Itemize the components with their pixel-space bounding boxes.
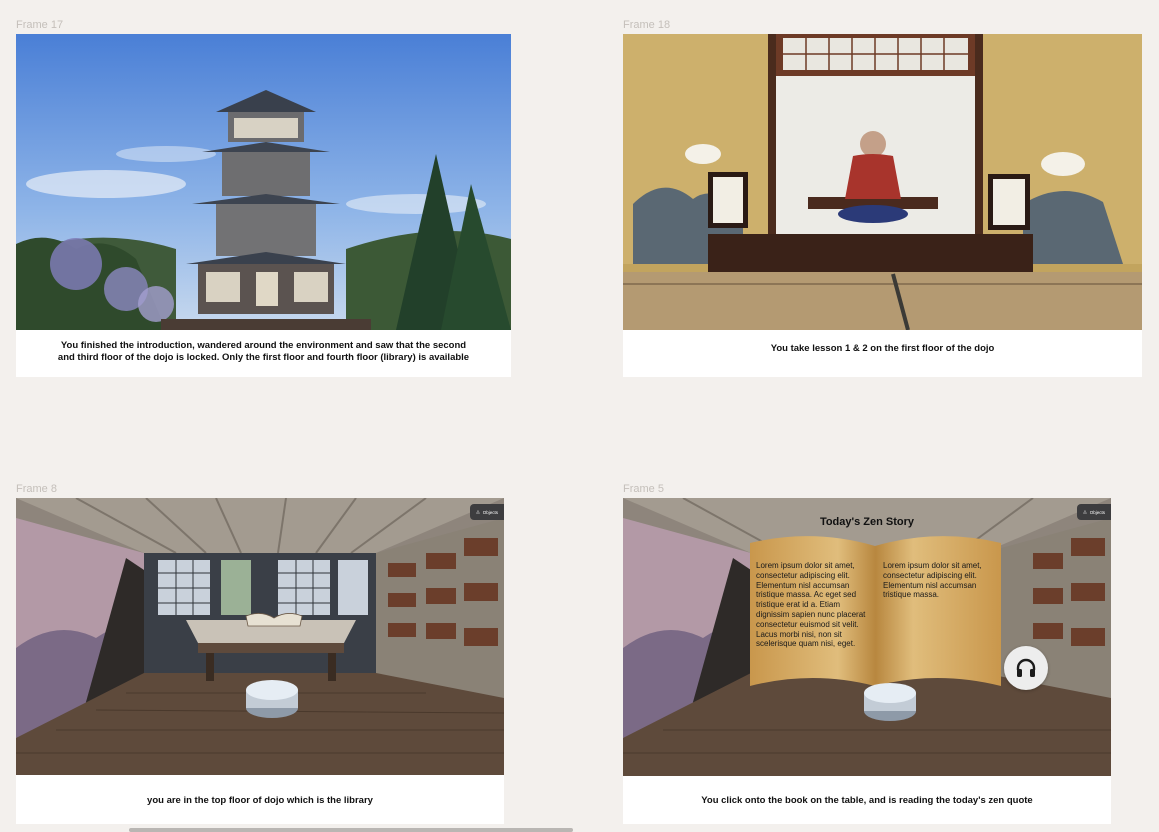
- frame-17[interactable]: You finished the introduction, wandered …: [16, 34, 511, 377]
- frame-label: Frame 8: [16, 483, 57, 495]
- caption-line: you are in the top floor of dojo which i…: [147, 795, 373, 806]
- frame-8[interactable]: ◬ Objects you are in the top floor of do…: [16, 498, 504, 824]
- book-right-page: Lorem ipsum dolor sit amet, consectetur …: [883, 561, 982, 600]
- caption-line: You click onto the book on the table, an…: [701, 795, 1033, 806]
- book-title: Today's Zen Story: [819, 516, 915, 528]
- objects-label: Objects: [1089, 509, 1105, 515]
- library-scene: [16, 498, 504, 775]
- objects-label: Objects: [482, 509, 498, 515]
- audio-button[interactable]: [1004, 646, 1048, 690]
- caption-line: You finished the introduction, wandered …: [60, 340, 467, 351]
- meditation-room-scene: [623, 34, 1142, 330]
- objects-toggle[interactable]: ◬ Objects: [470, 504, 504, 520]
- horizontal-scrollbar[interactable]: [129, 828, 573, 832]
- dojo-tower-scene: [16, 34, 511, 330]
- objects-icon: ◬: [1083, 509, 1087, 514]
- headphones-icon: [1016, 658, 1036, 677]
- frame-label: Frame 18: [623, 19, 671, 31]
- frame-5-caption: You click onto the book on the table, an…: [623, 795, 1111, 807]
- frame-label: Frame 17: [16, 19, 64, 31]
- frame-5[interactable]: ◬ Objects Today's Zen Story Lorem ipsum …: [623, 498, 1111, 824]
- frame-8-caption: you are in the top floor of dojo which i…: [16, 795, 504, 807]
- frame-17-caption: You finished the introduction, wandered …: [16, 340, 511, 363]
- frame-label: Frame 5: [623, 483, 664, 495]
- frame-18[interactable]: You take lesson 1 & 2 on the first floor…: [623, 34, 1142, 377]
- frame-18-caption: You take lesson 1 & 2 on the first floor…: [623, 343, 1142, 355]
- objects-icon: ◬: [476, 509, 480, 514]
- caption-line: You take lesson 1 & 2 on the first floor…: [770, 343, 995, 354]
- caption-line: and third floor of the dojo is locked. O…: [57, 351, 470, 363]
- book-left-page: Lorem ipsum dolor sit amet, consectetur …: [756, 561, 866, 649]
